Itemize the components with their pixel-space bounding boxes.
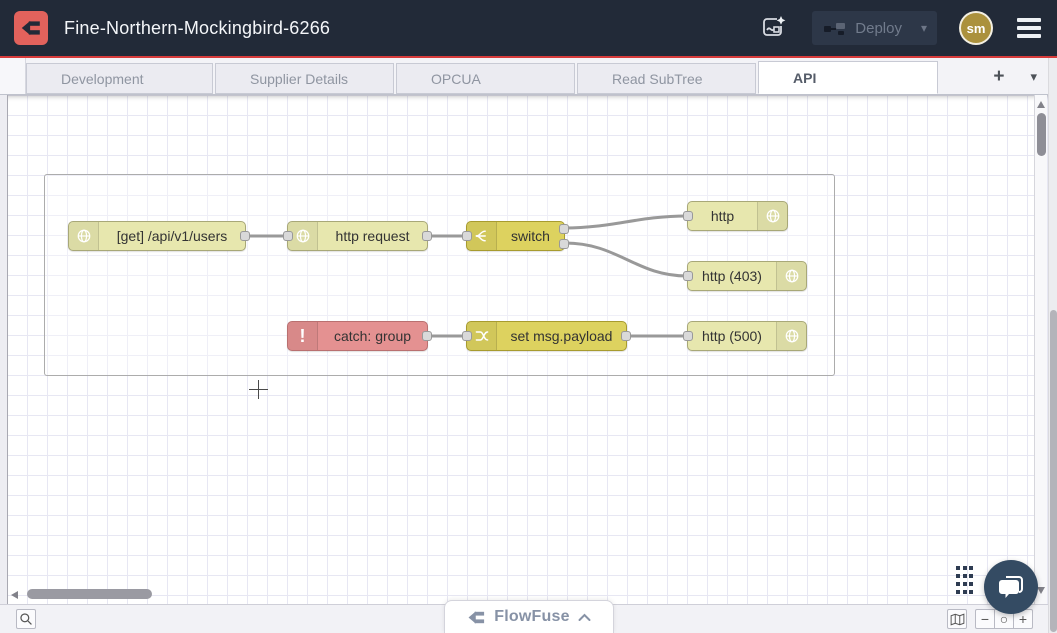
chat-icon — [997, 574, 1025, 600]
output-port-2[interactable] — [559, 239, 569, 249]
flowfuse-logo-icon — [20, 17, 42, 39]
scroll-up-icon[interactable] — [1037, 101, 1045, 108]
node-red-editor: Fine-Northern-Mockingbird-6266 Deploy — [0, 0, 1057, 633]
tab-scroll-edge — [0, 58, 26, 94]
ai-assistant-button[interactable] — [756, 11, 790, 45]
tab-label: Development — [61, 71, 144, 87]
main-menu-button[interactable] — [1015, 14, 1043, 42]
scroll-left-icon[interactable] — [11, 591, 18, 599]
node-label: http — [688, 202, 757, 230]
globe-icon — [776, 322, 806, 350]
input-port[interactable] — [462, 231, 472, 241]
node-switch[interactable]: switch — [466, 221, 565, 251]
node-http-in[interactable]: [get] /api/v1/users — [68, 221, 246, 251]
deploy-label: Deploy — [855, 20, 902, 37]
output-port-1[interactable] — [559, 224, 569, 234]
flowfuse-drawer-button[interactable]: FlowFuse — [444, 600, 614, 633]
flowfuse-icon — [467, 608, 486, 627]
menu-icon — [1017, 18, 1041, 22]
node-label: [get] /api/v1/users — [99, 222, 245, 250]
canvas-vertical-scrollbar[interactable] — [1034, 95, 1047, 604]
page-scrollbar[interactable] — [1048, 58, 1057, 633]
exclamation-icon: ! — [288, 322, 318, 350]
node-http-response[interactable]: http — [687, 201, 788, 231]
deploy-node-icon — [824, 21, 846, 35]
node-label: set msg.payload — [497, 322, 626, 350]
tab-supplier-details[interactable]: Supplier Details — [215, 63, 394, 94]
user-avatar[interactable]: sm — [959, 11, 993, 45]
globe-icon — [757, 202, 787, 230]
flowfuse-label: FlowFuse — [494, 608, 569, 626]
node-label: catch: group — [318, 322, 427, 350]
flowfuse-logo[interactable] — [14, 11, 48, 45]
tab-api[interactable]: API — [758, 61, 938, 94]
widget-dots-grid — [956, 566, 973, 599]
input-port[interactable] — [683, 211, 693, 221]
node-http-response-500[interactable]: http (500) — [687, 321, 807, 351]
output-port[interactable] — [621, 331, 631, 341]
chat-launcher-button[interactable] — [984, 560, 1038, 614]
scroll-down-icon[interactable] — [1037, 587, 1045, 594]
search-icon — [19, 612, 33, 626]
node-http-response-403[interactable]: http (403) — [687, 261, 807, 291]
chevron-up-icon[interactable] — [578, 613, 591, 622]
node-change[interactable]: set msg.payload — [466, 321, 627, 351]
node-label: http request — [318, 222, 427, 250]
output-port[interactable] — [422, 331, 432, 341]
tab-label: Read SubTree — [612, 71, 703, 87]
tab-label: API — [793, 70, 816, 86]
flow-canvas[interactable]: [get] /api/v1/users http request switch — [0, 95, 1057, 604]
output-port[interactable] — [422, 231, 432, 241]
zoom-out-button[interactable]: − — [975, 609, 995, 629]
horizontal-scroll-thumb[interactable] — [27, 589, 152, 599]
input-port[interactable] — [683, 271, 693, 281]
workspace-title: Fine-Northern-Mockingbird-6266 — [64, 18, 330, 39]
tab-development[interactable]: Development — [26, 63, 213, 94]
tab-opcua[interactable]: OPCUA — [396, 63, 575, 94]
deploy-caret-icon[interactable]: ▾ — [921, 21, 927, 35]
add-flow-button[interactable]: + — [993, 67, 1004, 86]
input-port[interactable] — [462, 331, 472, 341]
input-port[interactable] — [683, 331, 693, 341]
avatar-initials: sm — [967, 21, 986, 36]
tab-label: OPCUA — [431, 71, 481, 87]
input-port[interactable] — [283, 231, 293, 241]
vertical-scroll-thumb[interactable] — [1037, 113, 1046, 156]
palette-collapsed-strip — [0, 95, 8, 604]
deploy-button[interactable]: Deploy ▾ — [812, 11, 937, 45]
node-http-request[interactable]: http request — [287, 221, 428, 251]
page-scroll-thumb[interactable] — [1050, 310, 1057, 632]
node-label: http (500) — [688, 322, 776, 350]
header-bar: Fine-Northern-Mockingbird-6266 Deploy — [0, 0, 1057, 58]
tab-read-subtree[interactable]: Read SubTree — [577, 63, 756, 94]
node-catch[interactable]: ! catch: group — [287, 321, 428, 351]
cursor-crosshair — [258, 380, 259, 399]
map-icon — [950, 613, 965, 626]
flow-list-caret-icon[interactable]: ▾ — [1030, 70, 1037, 83]
flow-tab-bar: Development Supplier Details OPCUA Read … — [0, 58, 1057, 95]
tab-label: Supplier Details — [250, 71, 348, 87]
output-port[interactable] — [240, 231, 250, 241]
node-label: http (403) — [688, 262, 776, 290]
node-label: switch — [497, 222, 564, 250]
minimap-toggle-button[interactable] — [947, 609, 967, 629]
globe-icon — [776, 262, 806, 290]
globe-icon — [69, 222, 99, 250]
search-flows-button[interactable] — [16, 609, 36, 629]
ai-flow-icon — [759, 14, 787, 42]
